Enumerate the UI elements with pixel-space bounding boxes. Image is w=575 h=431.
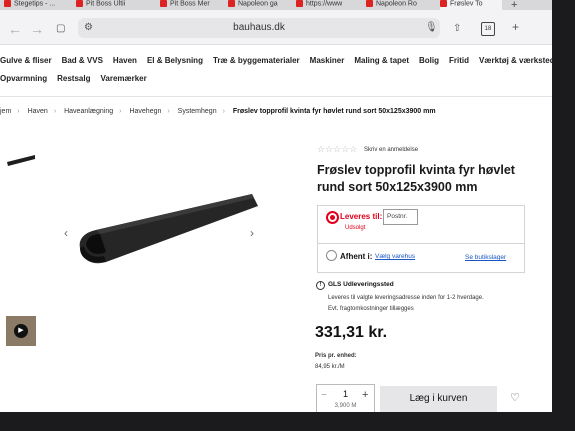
url-field[interactable]: ⚙ bauhaus.dk 🎙 (78, 18, 440, 38)
breadcrumb-current: Frøslev topprofil kvinta fyr høvlet rund… (232, 108, 436, 115)
url-text: bauhaus.dk (233, 22, 285, 33)
browser-tab[interactable]: https://www (296, 0, 360, 10)
nav-item-el[interactable]: El & Belysning (147, 56, 203, 65)
nav-item-maling[interactable]: Maling & tapet (354, 56, 409, 65)
nav-item-haven[interactable]: Haven (113, 56, 137, 65)
nav-item-maskiner[interactable]: Maskiner (310, 56, 345, 65)
breadcrumb-item[interactable]: jem (0, 108, 11, 115)
chevron-right-icon: › (167, 108, 170, 115)
forward-icon[interactable]: → (30, 21, 44, 37)
browser-tab[interactable]: Stegetips - ... (4, 0, 70, 10)
nav-item-vaerktoej[interactable]: Værktøj & værksted (479, 56, 552, 65)
chevron-right-icon: › (222, 108, 225, 115)
favicon-icon (366, 0, 373, 7)
gls-title: GLS Udleveringssted (328, 281, 394, 288)
quantity-unit: 3,900 M (334, 403, 357, 409)
nav-item-trae[interactable]: Træ & byggematerialer (213, 56, 300, 65)
browser-tab[interactable]: Napoleon ga (228, 0, 292, 10)
product-image (79, 194, 259, 264)
tab-overview-icon[interactable]: ▢ (56, 23, 65, 34)
product-panel: ☆☆☆☆☆ Skriv en anmeldelse Frøslev toppro… (304, 136, 552, 412)
previous-image-icon[interactable]: ‹ (64, 226, 68, 240)
heart-icon[interactable]: ♡ (510, 391, 520, 404)
chevron-right-icon: › (119, 108, 122, 115)
browser-tab[interactable]: Pit Boss Ultii (76, 0, 154, 10)
store-stock-link[interactable]: Se butikslager (465, 254, 506, 261)
tab-count[interactable]: 18 (481, 22, 495, 36)
browser-tab-active[interactable]: Frøslev To (440, 0, 502, 10)
chevron-right-icon: › (53, 108, 57, 115)
favicon-icon (228, 0, 235, 7)
favicon-icon (4, 0, 11, 7)
divider (0, 96, 552, 97)
address-bar-area: ← → ▢ ⚙ bauhaus.dk 🎙 ⇧ 18 + (0, 10, 552, 45)
browser-screen: Stegetips - ... Pit Boss Ultii Pit Boss … (0, 0, 552, 412)
nav-item-restsalg[interactable]: Restsalg (57, 74, 90, 83)
thumbnail-image[interactable] (5, 146, 37, 170)
write-review-link[interactable]: Skriv en anmeldelse (364, 147, 418, 153)
gls-info: Evt. fragtomkostninger tillægges (328, 306, 414, 312)
delivery-option-home[interactable]: Leveres til: Postnr. Udsolgt (318, 206, 524, 244)
breadcrumb-item[interactable]: Havehegn (129, 108, 161, 115)
nav-item-gulve[interactable]: Gulve & fliser (0, 56, 52, 65)
play-icon: ▶ (14, 324, 28, 338)
video-thumbnail[interactable]: ▶ (6, 316, 36, 346)
browser-tab[interactable]: Napoleon Ro (366, 0, 434, 10)
delivery-options: Leveres til: Postnr. Udsolgt Afhent i: V… (317, 205, 525, 273)
next-image-icon[interactable]: › (250, 226, 254, 240)
postcode-input[interactable]: Postnr. (383, 209, 418, 225)
favicon-icon (296, 0, 303, 7)
favicon-icon (440, 0, 447, 7)
info-icon: ! (316, 281, 325, 290)
add-icon[interactable]: + (512, 20, 519, 34)
unit-price-label: Pris pr. enhed: (315, 353, 357, 359)
stock-status: Udsolgt (345, 225, 366, 231)
chevron-right-icon: › (17, 108, 20, 115)
radio-selected[interactable] (326, 211, 339, 224)
browser-tab[interactable]: Pit Boss Mer (160, 0, 222, 10)
nav-item-bolig[interactable]: Bolig (419, 56, 439, 65)
nav-item-opvarmning[interactable]: Opvarmning (0, 74, 47, 83)
nav-item-fritid[interactable]: Fritid (449, 56, 469, 65)
share-icon[interactable]: ⇧ (453, 23, 461, 34)
new-tab-icon[interactable]: + (511, 0, 517, 10)
unit-price-value: 84,95 kr./M (315, 364, 345, 370)
add-to-cart-button[interactable]: Læg i kurven (380, 386, 497, 412)
product-price: 331,31 kr. (315, 324, 388, 341)
back-icon[interactable]: ← (8, 21, 22, 37)
tab-bar: Stegetips - ... Pit Boss Ultii Pit Boss … (0, 0, 552, 10)
product-gallery: ▶ ‹ › (0, 136, 290, 412)
pickup-label: Afhent i: (340, 252, 373, 261)
delivery-label: Leveres til: (340, 212, 383, 221)
rating-stars-icon[interactable]: ☆☆☆☆☆ (317, 144, 357, 155)
nav-item-bad[interactable]: Bad & VVS (62, 56, 103, 65)
radio-pickup[interactable] (326, 250, 337, 261)
quantity-stepper[interactable]: − 1 + 3,900 M (316, 384, 375, 412)
plus-icon[interactable]: + (362, 389, 368, 401)
product-title: Frøslev topprofil kvinta fyr høvlet rund… (317, 163, 515, 194)
favicon-icon (160, 0, 167, 7)
select-store-link[interactable]: Vælg varehus (375, 253, 415, 260)
breadcrumb-item[interactable]: Haven (28, 108, 48, 115)
gls-info: Leveres til valgte leveringsadresse inde… (328, 295, 484, 301)
favicon-icon (76, 0, 83, 7)
microphone-icon[interactable]: 🎙 (425, 22, 438, 33)
nav-item-varemaerker[interactable]: Varemærker (100, 74, 146, 83)
breadcrumb: jem › Haven › Haveanlægning › Havehegn › Sys… (0, 108, 442, 115)
breadcrumb-item[interactable]: Systemhegn (178, 108, 217, 115)
breadcrumb-item[interactable]: Haveanlægning (64, 108, 113, 115)
